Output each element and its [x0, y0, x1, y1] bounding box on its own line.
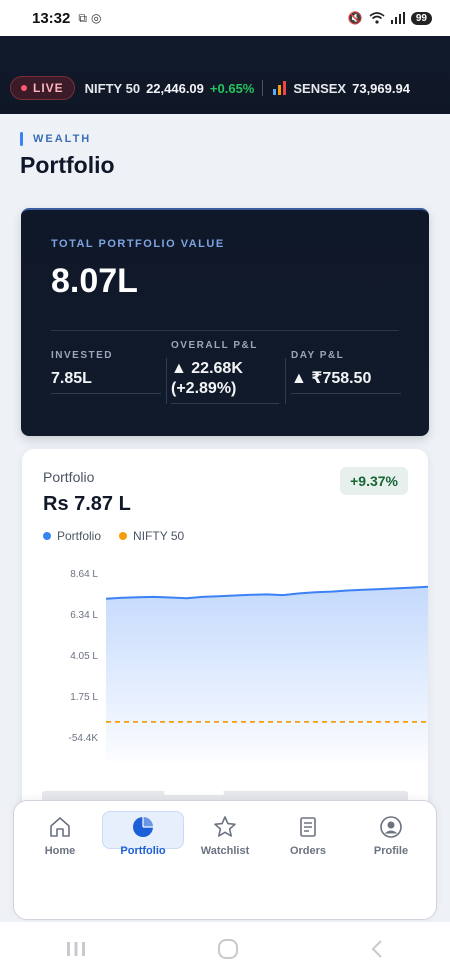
y-tick-label: 1.75 L: [70, 692, 98, 703]
section-tag: WEALTH: [20, 132, 91, 146]
battery-indicator: 99: [410, 11, 432, 25]
nav-label: Watchlist: [200, 845, 250, 857]
live-dot-icon: [21, 85, 27, 91]
stat-label: DAY P&L: [291, 350, 345, 361]
status-bar: 13:32 ⧉ ◎ 🔇 99: [0, 0, 450, 36]
stat-label: INVESTED: [51, 350, 114, 361]
recent-apps-icon[interactable]: [65, 940, 87, 958]
ticker-value: 73,969.94: [352, 80, 410, 96]
stat-value: 7.85L: [51, 370, 92, 387]
nav-item-orders[interactable]: Orders: [268, 815, 348, 861]
portfolio-summary-card: TOTAL PORTFOLIO VALUE 8.07L INVESTED 7.8…: [21, 208, 429, 436]
bar-chart-icon: [273, 81, 287, 95]
stat-value: ▲ ₹758.50: [291, 370, 372, 387]
chart-card-amount: Rs 7.87 L: [43, 493, 131, 515]
portfolio-area: [106, 586, 428, 761]
summary-divider: [51, 330, 399, 331]
star-icon: [214, 816, 236, 837]
notification-icons: ⧉ ◎: [78, 11, 101, 26]
stat-underline: [51, 393, 161, 394]
nav-item-profile[interactable]: Profile: [351, 815, 431, 861]
y-tick-label: -54.4K: [69, 733, 99, 744]
screen-record-icon: ⧉: [78, 10, 87, 25]
pie-chart-icon: [133, 817, 153, 837]
status-right: 🔇 99: [348, 11, 432, 25]
legend-dot-icon: [43, 532, 51, 540]
live-badge: LIVE: [10, 76, 75, 100]
stat-underline: [291, 393, 401, 394]
signal-icon: [390, 12, 405, 24]
home-button-icon[interactable]: [217, 938, 239, 960]
stat-overall-pnl: OVERALL P&L ▲ 22.68K (+2.89%): [171, 340, 279, 404]
legend-label: Portfolio: [57, 529, 102, 543]
ticker-row: LIVE NIFTY 50 22,446.09 +0.65% SENSEX 73…: [10, 76, 410, 100]
nav-label: Portfolio: [120, 845, 166, 857]
stat-invested: INVESTED 7.85L: [51, 350, 161, 394]
live-label: LIVE: [33, 81, 64, 95]
section-label: WEALTH: [33, 133, 92, 145]
y-tick-label: 8.64 L: [70, 569, 98, 580]
whatsapp-icon: ◎: [90, 10, 102, 25]
page-title: Portfolio: [20, 152, 115, 178]
change-badge: +9.37%: [340, 467, 408, 495]
back-icon[interactable]: [369, 939, 385, 959]
home-icon: [50, 817, 70, 837]
bottom-navigation: Home Portfolio Watchlist Orders Profile: [13, 800, 437, 920]
ticker-item-sensex[interactable]: SENSEX 73,969.94: [273, 81, 410, 96]
system-navigation-bar: [0, 922, 450, 975]
status-time: 13:32: [32, 9, 71, 27]
portfolio-chart[interactable]: 8.64 L 6.34 L 4.05 L 1.75 L -54.4K: [22, 561, 428, 786]
stat-label: OVERALL P&L: [171, 340, 258, 351]
nav-label: Orders: [289, 845, 327, 857]
nav-item-watchlist[interactable]: Watchlist: [185, 815, 265, 861]
nav-item-portfolio[interactable]: Portfolio: [103, 815, 183, 861]
stat-divider: [285, 358, 286, 404]
legend-dot-icon: [119, 532, 128, 540]
ticker-divider: [262, 80, 264, 96]
stat-divider: [166, 358, 167, 404]
total-value: 8.07L: [51, 262, 138, 300]
stat-underline: [171, 403, 279, 404]
total-value-label: TOTAL PORTFOLIO VALUE: [51, 238, 225, 250]
user-icon: [380, 816, 402, 838]
nav-label: Home: [44, 845, 76, 857]
market-ticker: LIVE NIFTY 50 22,446.09 +0.65% SENSEX 73…: [0, 36, 450, 114]
nav-label: Profile: [373, 845, 409, 857]
ticker-name: NIFTY 50: [84, 80, 141, 96]
chart-scrollbar-thumb[interactable]: [164, 791, 224, 795]
y-tick-label: 6.34 L: [70, 610, 98, 621]
legend-item-portfolio[interactable]: Portfolio: [43, 529, 101, 543]
wifi-icon: [369, 12, 385, 24]
ticker-item-nifty[interactable]: NIFTY 50 22,446.09 +0.65%: [85, 81, 255, 96]
chart-legend: Portfolio NIFTY 50: [43, 529, 184, 543]
stat-day-pnl: DAY P&L ▲ ₹758.50: [291, 350, 401, 394]
portfolio-chart-card: Portfolio Rs 7.87 L +9.37% Portfolio NIF…: [22, 449, 428, 829]
ticker-name: SENSEX: [293, 80, 347, 96]
section-mark: [20, 132, 23, 146]
legend-item-nifty[interactable]: NIFTY 50: [119, 529, 184, 543]
nav-item-home[interactable]: Home: [20, 815, 100, 861]
stat-value: ▲ 22.68K (+2.89%): [171, 360, 243, 397]
chart-card-title: Portfolio: [43, 469, 95, 485]
ticker-value: 22,446.09: [146, 80, 204, 96]
y-tick-label: 4.05 L: [70, 651, 98, 662]
ticker-change: +0.65%: [209, 80, 255, 96]
mute-icon: 🔇: [347, 11, 363, 25]
receipt-icon: [300, 817, 316, 837]
legend-label: NIFTY 50: [133, 529, 185, 543]
